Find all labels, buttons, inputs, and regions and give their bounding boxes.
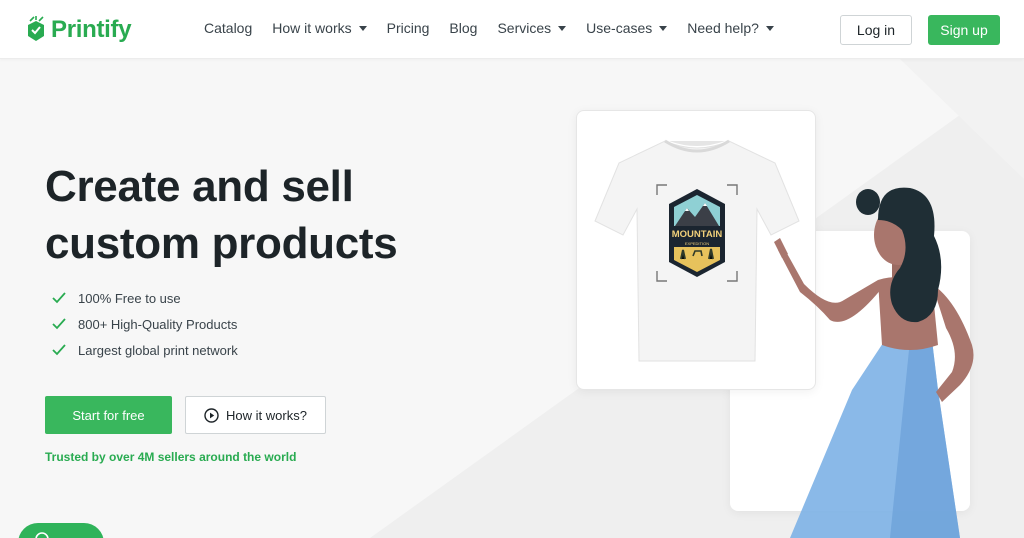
feature-text: 800+ High-Quality Products — [78, 316, 238, 332]
signup-button[interactable]: Sign up — [928, 15, 1000, 45]
nav-label: Catalog — [204, 20, 253, 36]
hero-title-line: custom products — [45, 219, 398, 268]
start-for-free-button[interactable]: Start for free — [45, 396, 172, 434]
check-icon — [52, 318, 66, 330]
nav-label: Services — [497, 20, 552, 36]
woman-illustration — [774, 187, 974, 538]
nav-label: Blog — [449, 20, 478, 36]
how-it-works-button[interactable]: How it works? — [185, 396, 326, 434]
login-button[interactable]: Log in — [840, 15, 912, 45]
top-navbar: Printify Catalog How it works Pricing Bl… — [0, 0, 1024, 59]
feature-item: 800+ High-Quality Products — [52, 311, 238, 337]
feature-text: 100% Free to use — [78, 290, 181, 306]
caret-down-icon — [558, 26, 567, 31]
nav-label: How it works — [272, 20, 352, 36]
check-icon — [52, 292, 66, 304]
nav-label: Use-cases — [586, 20, 653, 36]
feature-item: 100% Free to use — [52, 285, 238, 311]
nav-need-help[interactable]: Need help? — [687, 20, 774, 36]
main-nav: Catalog How it works Pricing Blog Servic… — [204, 20, 794, 36]
nav-label: Pricing — [386, 20, 430, 36]
caret-down-icon — [765, 26, 774, 31]
trusted-text: Trusted by over 4M sellers around the wo… — [45, 450, 297, 464]
nav-use-cases[interactable]: Use-cases — [586, 20, 668, 36]
check-icon — [52, 344, 66, 356]
nav-label: Need help? — [687, 20, 759, 36]
printify-logo-icon — [28, 16, 44, 41]
chat-icon — [35, 532, 49, 538]
caret-down-icon — [659, 26, 668, 31]
printify-logo[interactable]: Printify — [25, 15, 132, 45]
feature-text: Largest global print network — [78, 342, 238, 358]
badge-title: MOUNTAIN — [672, 229, 723, 240]
how-it-works-label: How it works? — [226, 407, 307, 423]
nav-catalog[interactable]: Catalog — [204, 20, 252, 36]
feature-list: 100% Free to use 800+ High-Quality Produ… — [52, 285, 238, 363]
caret-down-icon — [358, 26, 367, 31]
nav-services[interactable]: Services — [497, 20, 567, 36]
feature-item: Largest global print network — [52, 337, 238, 363]
play-circle-icon — [204, 407, 219, 423]
hero-title: Create and sell custom products — [45, 158, 465, 272]
hero-title-line: Create and sell — [45, 162, 354, 211]
brand-name: Printify — [51, 16, 132, 43]
nav-how-it-works[interactable]: How it works — [272, 20, 367, 36]
nav-blog[interactable]: Blog — [449, 20, 477, 36]
badge-subtitle: EXPEDITION — [685, 241, 709, 246]
nav-pricing[interactable]: Pricing — [387, 20, 430, 36]
chat-widget-button[interactable] — [18, 523, 104, 538]
